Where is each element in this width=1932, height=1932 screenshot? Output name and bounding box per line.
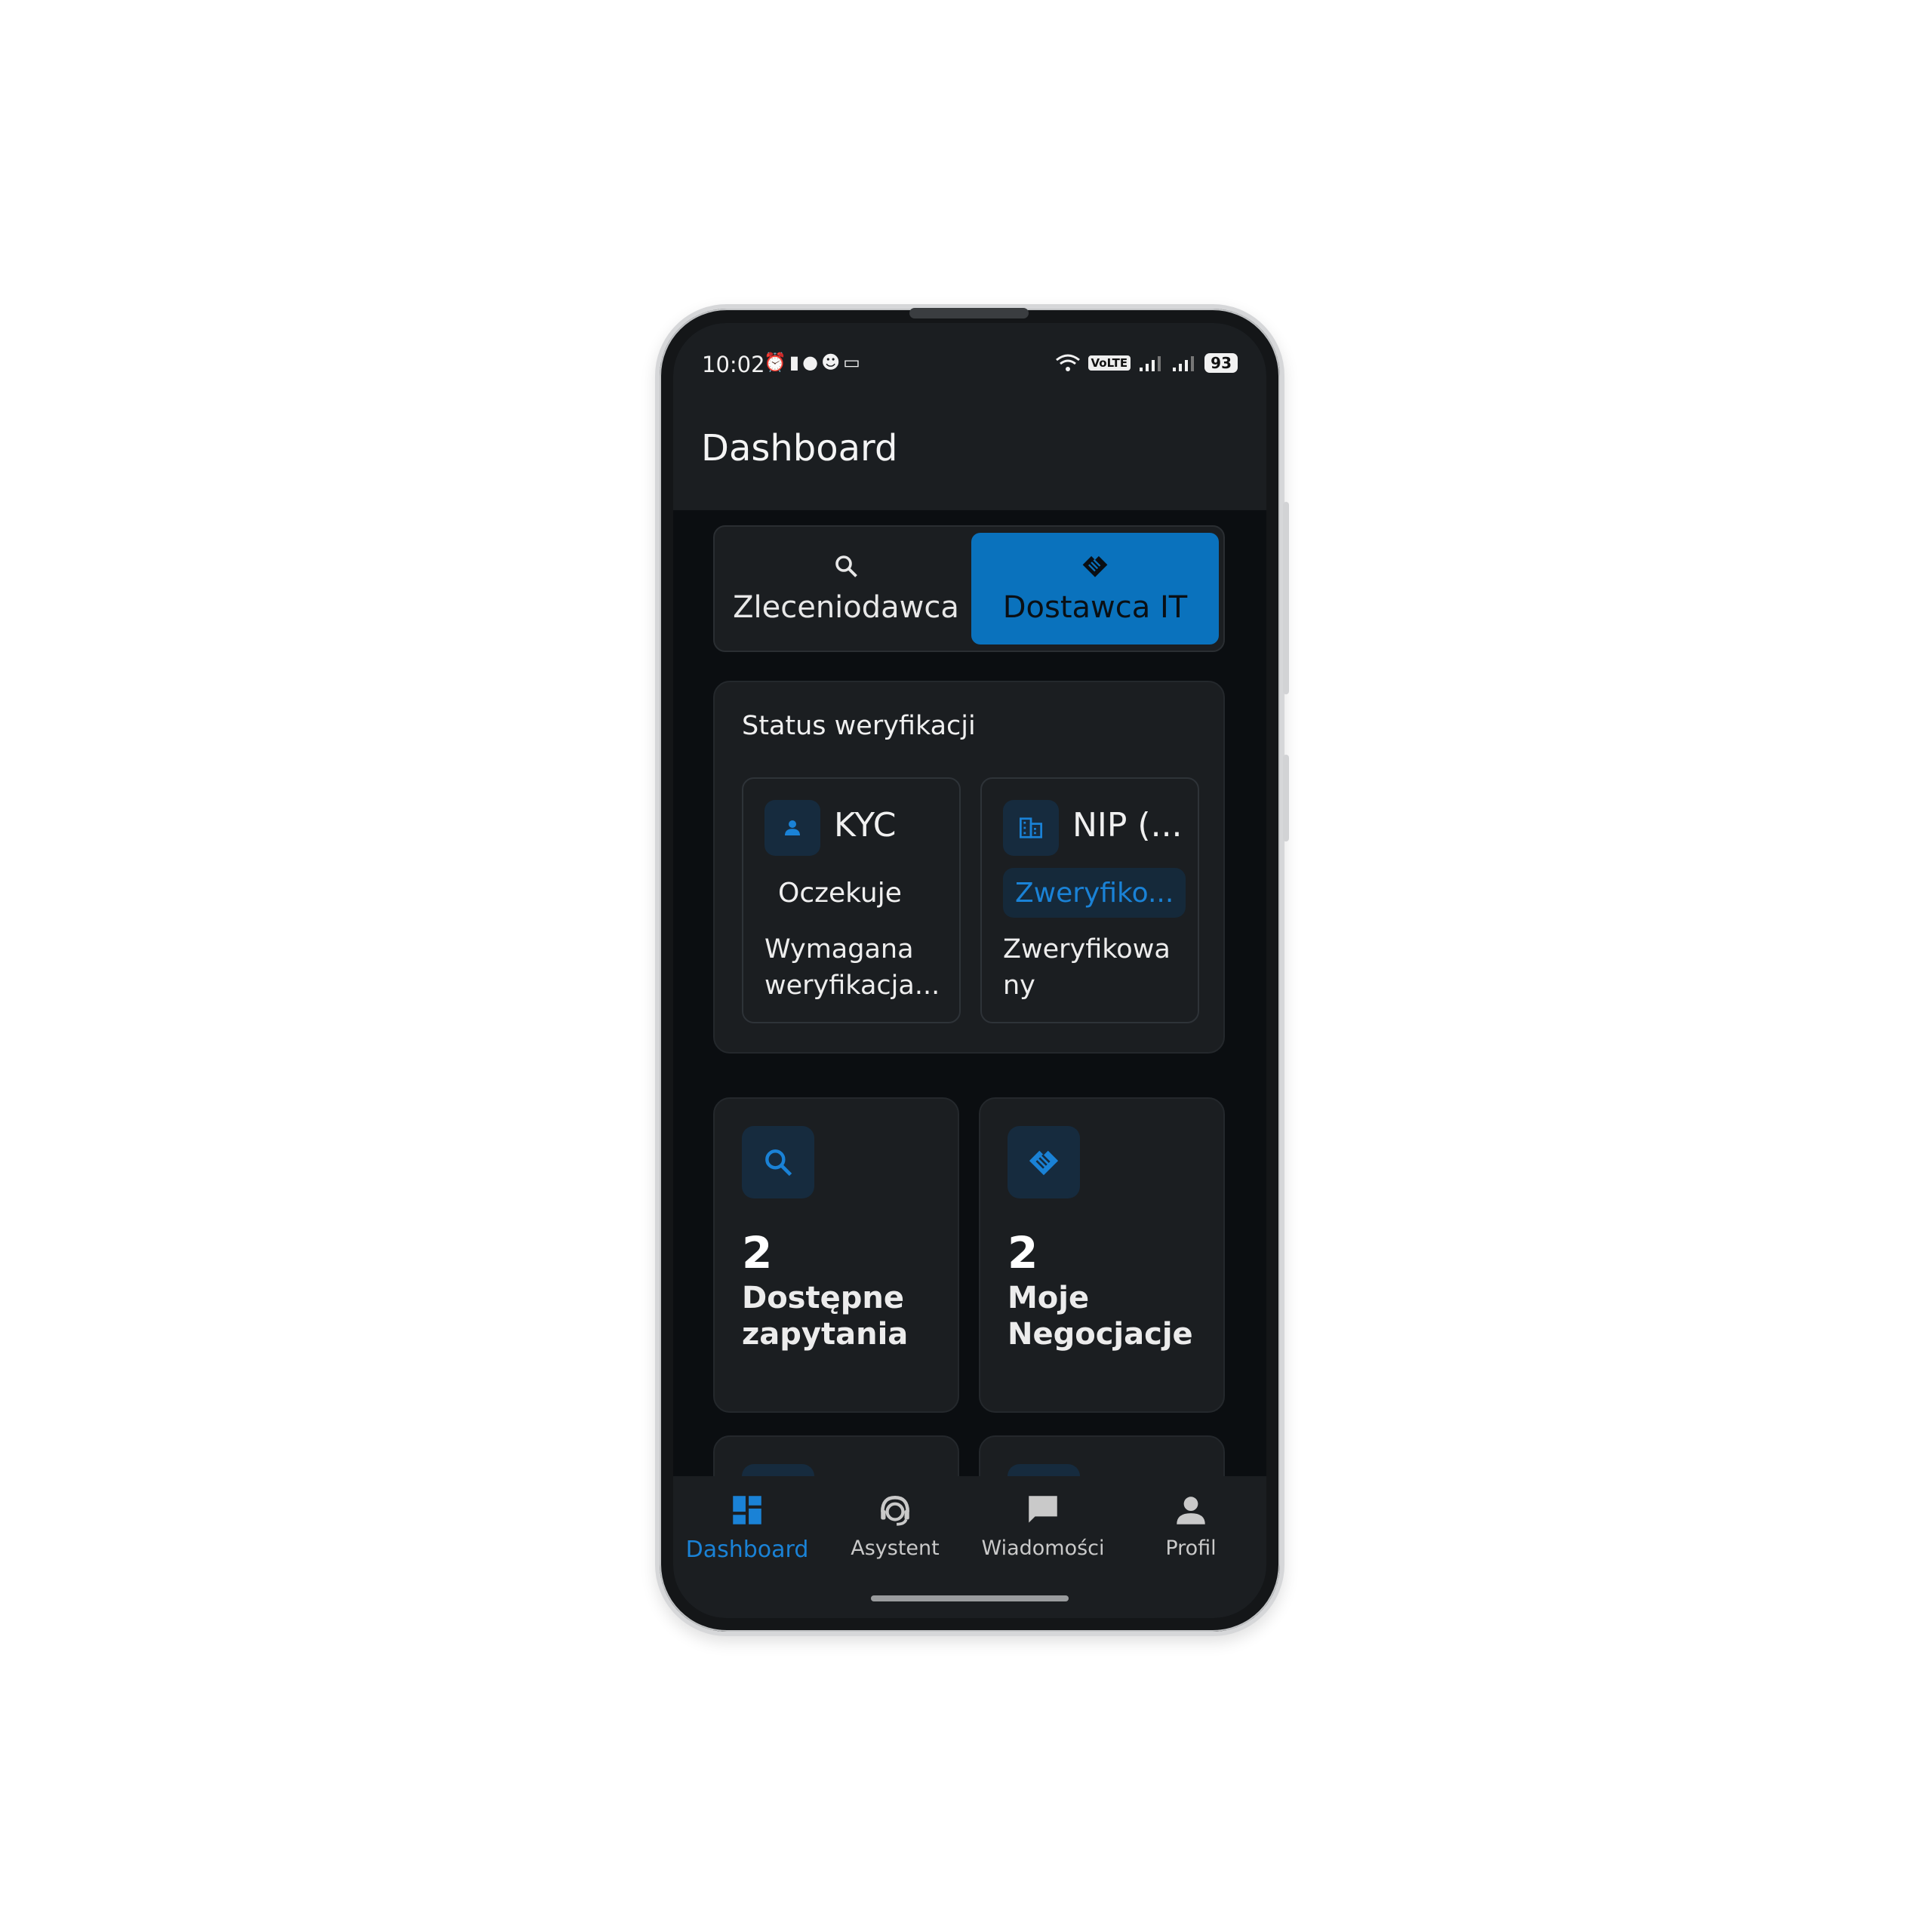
search-icon — [742, 1126, 814, 1198]
verification-status-card: Status weryfikacji KYC Oczekuje Wymagana… — [713, 681, 1225, 1054]
stat-value: 2 — [1008, 1227, 1038, 1278]
message-icon: ▭ — [843, 352, 863, 373]
signal-icon — [1140, 356, 1161, 371]
role-option-label: Zleceniodawca — [733, 590, 959, 625]
signal-icon-2 — [1173, 356, 1195, 371]
verification-title: Status weryfikacji — [742, 711, 976, 741]
group-icon: ☻ — [821, 352, 844, 373]
search-icon — [835, 555, 857, 577]
role-switch: Zleceniodawca Dostawca IT — [713, 525, 1225, 652]
nav-label: Dashboard — [685, 1537, 809, 1563]
page-title: Dashboard — [701, 427, 898, 469]
nav-item-wiadomosci[interactable]: Wiadomości — [969, 1491, 1117, 1560]
battery-indicator: 93 — [1204, 353, 1238, 373]
verification-description: Wymagana weryfikacja... — [764, 934, 940, 1001]
volume-button — [1283, 502, 1289, 694]
handshake-icon — [1082, 555, 1108, 577]
bottom-navigation: Dashboard Asystent Wiadomości Profil — [673, 1476, 1266, 1618]
chat-bubble-icon: ● — [802, 352, 822, 373]
nav-label: Wiadomości — [981, 1537, 1105, 1560]
nav-item-asystent[interactable]: Asystent — [821, 1491, 969, 1560]
status-badge: Oczekuje — [778, 877, 902, 909]
gesture-bar — [871, 1595, 1069, 1601]
stat-card-my-negotiations[interactable]: 2 Moje Negocjacje — [979, 1097, 1225, 1413]
app-bar: 10:02 ⏰▮●☻▭ VoLTE 93 Dashboard — [673, 323, 1266, 510]
nav-label: Asystent — [851, 1537, 940, 1560]
business-icon — [1003, 800, 1059, 856]
stat-value: 2 — [742, 1227, 773, 1278]
verification-item-nip[interactable]: NIP (... Zweryfiko... Zweryfikowa ny — [980, 777, 1199, 1023]
verification-name: KYC — [834, 806, 897, 844]
nav-item-dashboard[interactable]: Dashboard — [673, 1491, 821, 1563]
verification-item-kyc[interactable]: KYC Oczekuje Wymagana weryfikacja... — [742, 777, 961, 1023]
vibrate-icon: ▮ — [789, 352, 803, 373]
power-button — [1283, 755, 1289, 841]
role-option-label: Dostawca IT — [1002, 590, 1188, 625]
role-option-zleceniodawca[interactable]: Zleceniodawca — [721, 533, 971, 645]
status-indicators: VoLTE 93 — [1055, 353, 1238, 373]
nav-item-profil[interactable]: Profil — [1117, 1491, 1265, 1560]
verification-description: Zweryfikowa ny — [1003, 934, 1171, 1001]
dashboard-icon — [733, 1496, 761, 1524]
nav-label: Profil — [1165, 1537, 1217, 1560]
notification-icons: ⏰▮●☻▭ — [764, 352, 863, 373]
status-badge: Zweryfiko... — [1003, 868, 1186, 918]
volte-badge: VoLTE — [1088, 355, 1131, 371]
handshake-icon — [1008, 1126, 1080, 1198]
support-agent-icon — [881, 1496, 909, 1526]
person-icon — [1177, 1497, 1205, 1524]
verification-name: NIP (... — [1072, 806, 1183, 844]
stat-label: Moje Negocjacje — [1008, 1281, 1193, 1352]
status-time: 10:02 — [702, 352, 765, 377]
role-option-dostawca-it[interactable]: Dostawca IT — [971, 533, 1219, 645]
alarm-icon: ⏰ — [764, 352, 789, 373]
stat-label: Dostępne zapytania — [742, 1281, 909, 1352]
wifi-icon — [1055, 354, 1080, 371]
screen: 10:02 ⏰▮●☻▭ VoLTE 93 Dashboard Zleceniod… — [673, 323, 1266, 1618]
chat-icon — [1029, 1496, 1057, 1523]
speaker-grille — [909, 308, 1029, 318]
person-icon — [764, 800, 820, 856]
stat-card-available-requests[interactable]: 2 Dostępne zapytania — [713, 1097, 959, 1413]
